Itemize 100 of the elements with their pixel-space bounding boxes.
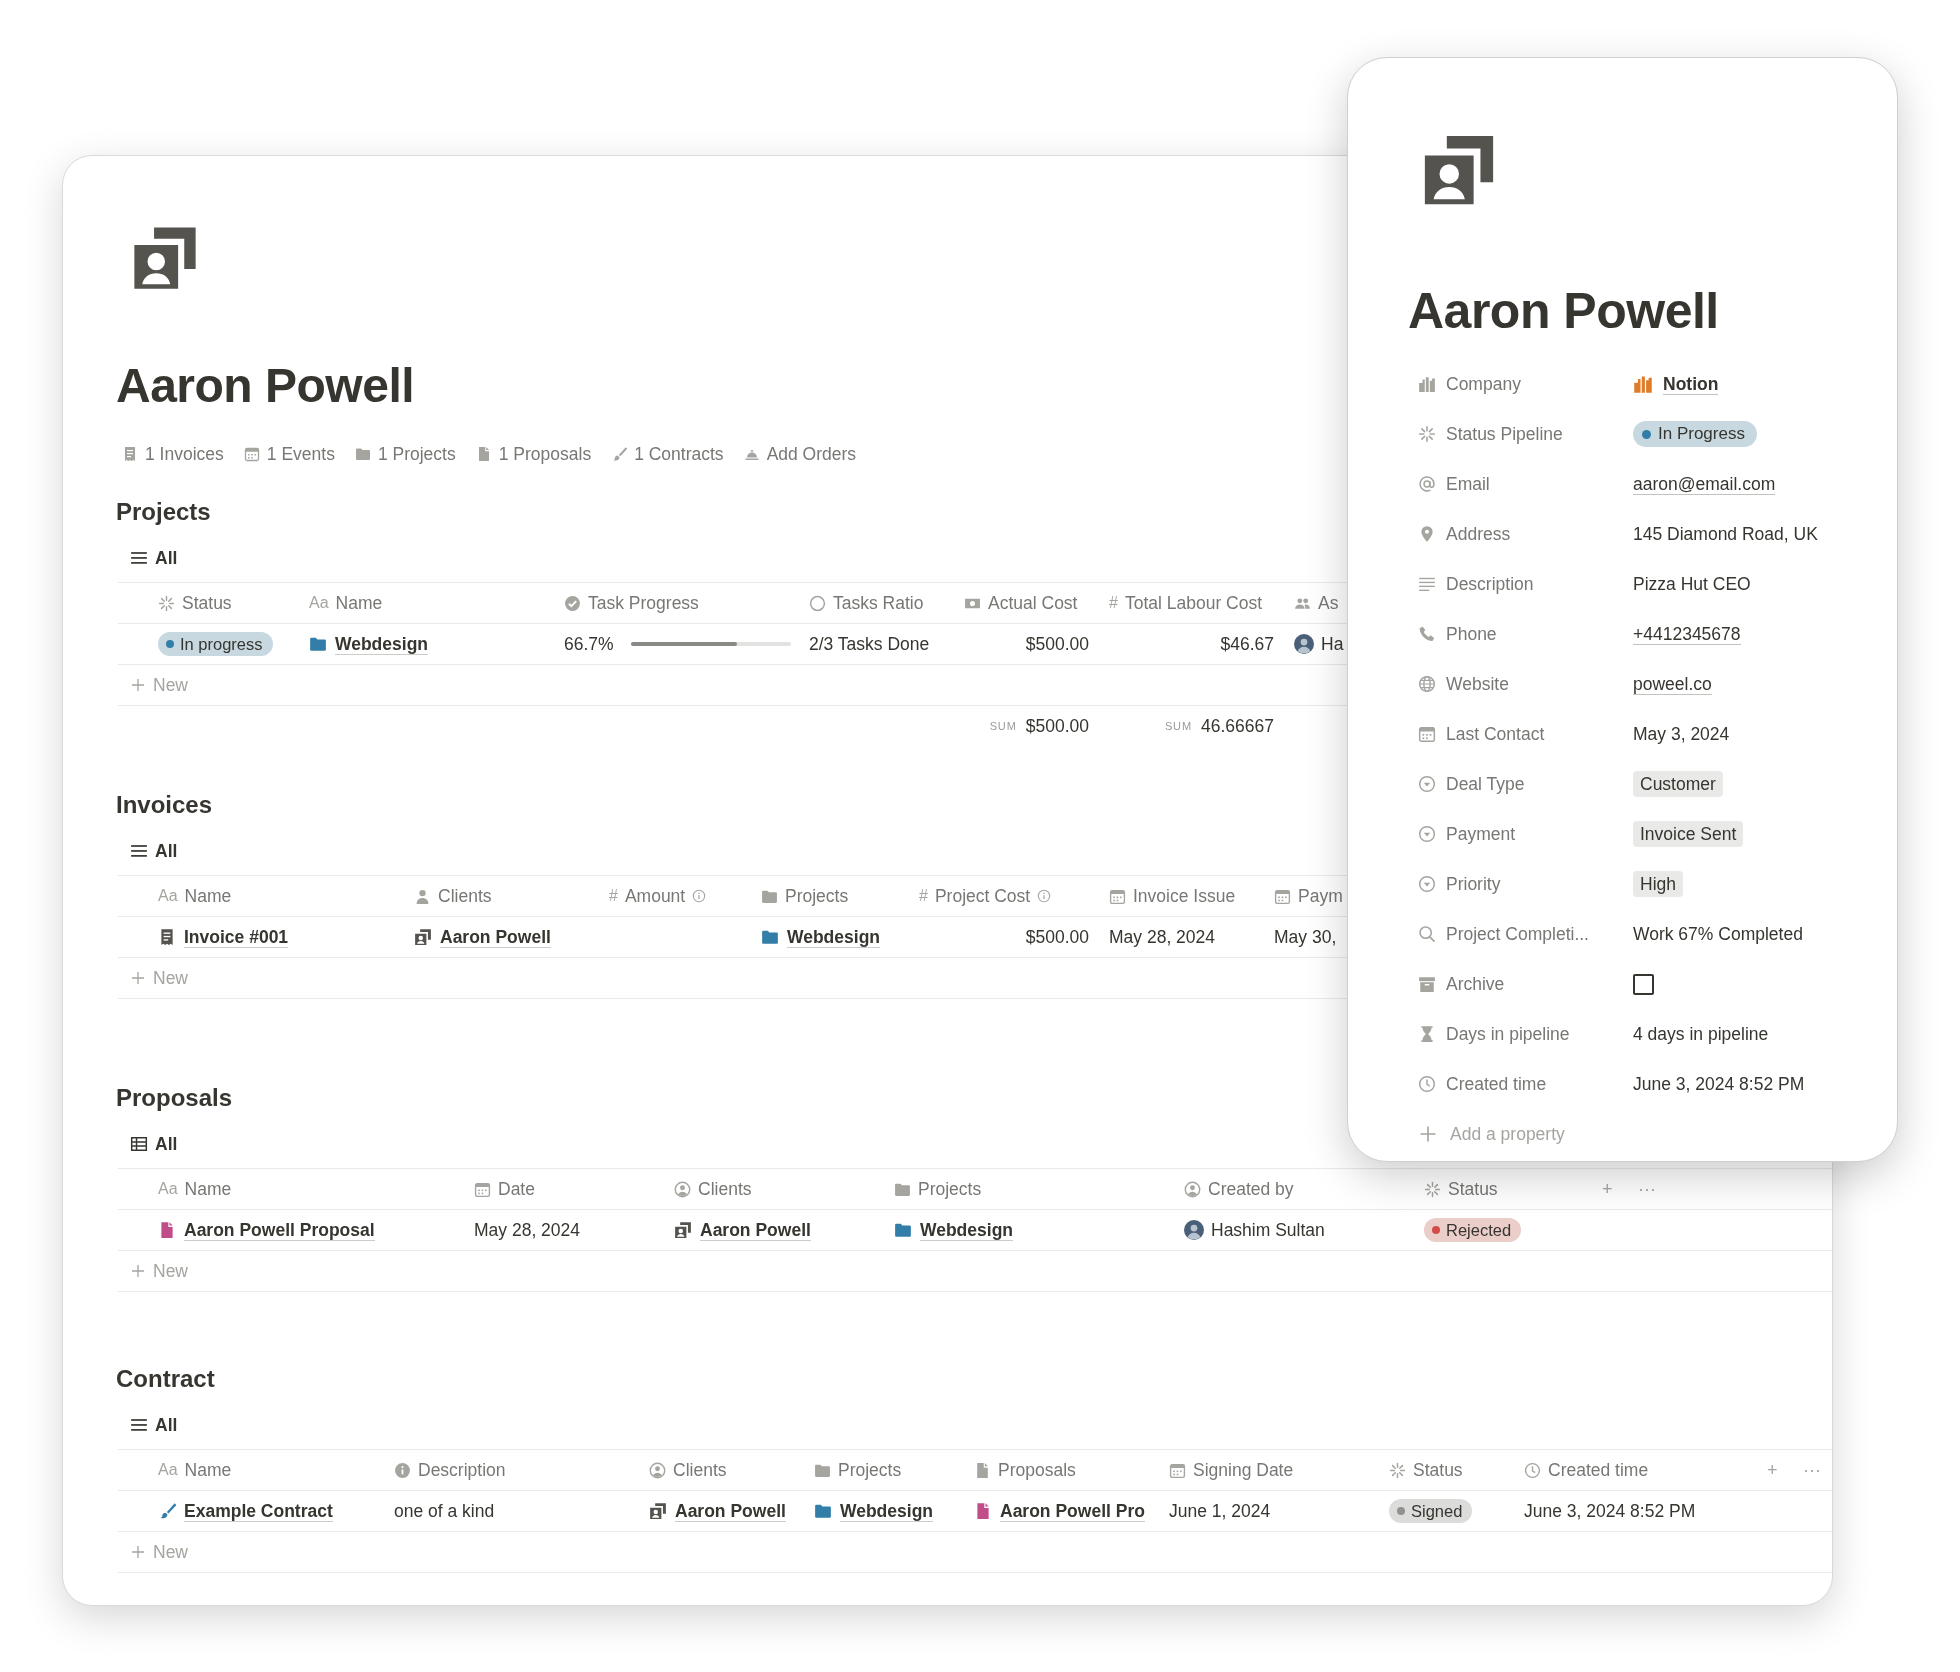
column-header: As [1318,592,1339,614]
relation-link[interactable]: Aaron Powell Proposal [158,1219,375,1241]
person-square-icon [649,1502,667,1520]
select-tag[interactable]: High [1633,871,1683,897]
relation-link[interactable]: 1 Projects [354,442,456,466]
column-header: Invoice Issue [1133,885,1236,907]
relation-link[interactable]: Aaron Powell Pro [974,1500,1145,1522]
section-heading: Projects [116,497,211,527]
relation-link[interactable]: Aaron Powell [414,926,551,948]
section-heading: Contract [116,1364,215,1394]
relation-link[interactable]: Aaron Powell [674,1219,811,1241]
property-value: June 3, 2024 8:52 PM [1633,1073,1805,1095]
checkbox[interactable] [1633,973,1654,995]
property-link[interactable]: aaron@email.com [1633,473,1776,495]
plus-icon [130,1544,146,1560]
document-icon [158,1221,176,1239]
section-heading: Invoices [116,790,213,820]
property-link[interactable]: +4412345678 [1633,623,1741,645]
sum-value: $500.00 [1025,715,1089,737]
column-header: Clients [438,885,492,907]
relation-link[interactable]: 1 Invoices [122,442,224,466]
relation-link[interactable]: Webdesign [309,633,429,655]
column-header: Created by [1208,1178,1294,1200]
column-header: Clients [698,1178,752,1200]
folder-icon [309,635,327,653]
user-circle-icon [674,1180,691,1198]
property-label: Days in pipeline [1446,1023,1570,1045]
property-label: Project Completi... [1446,923,1589,945]
property-label: Email [1446,473,1490,495]
column-header: Name [184,1178,232,1200]
property-label: Deal Type [1446,773,1525,795]
relation-link[interactable]: Notion [1633,373,1719,395]
view-tab[interactable]: All [128,831,180,871]
column-header: Task Progress [588,592,699,614]
status-pill[interactable]: Signed [1389,1499,1473,1523]
relation-link[interactable]: Example Contract [158,1500,333,1522]
relation-link[interactable]: 1 Proposals [475,442,592,466]
spinner-icon [1424,1180,1441,1198]
receipt-icon [158,928,176,946]
property-label: Company [1446,373,1521,395]
property-value: 4 days in pipeline [1633,1023,1769,1045]
column-header: Created time [1548,1459,1649,1481]
relation-link[interactable]: Aaron Powell [649,1500,786,1522]
relation-link[interactable]: 1 Contracts [611,442,724,466]
chevron-circle-icon [1418,875,1436,893]
chevron-circle-icon [1418,775,1436,793]
person-square-icon [674,1221,692,1239]
property-type-glyph: # [919,887,928,905]
column-header: Total Labour Cost [1124,592,1263,614]
brush-icon [611,446,628,462]
check-circle-icon [564,594,581,612]
column-header: Tasks Ratio [833,592,924,614]
property-type-glyph: Aa [158,1180,178,1198]
view-tab[interactable]: All [128,1405,180,1445]
calendar-icon [243,446,260,462]
table-cell: one of a kind [394,1500,495,1522]
select-tag[interactable]: Customer [1633,771,1723,797]
relation-link[interactable]: Add Orders [743,442,857,466]
relation-link[interactable]: Invoice #001 [158,926,289,948]
view-tab[interactable]: All [128,538,180,578]
page-title: Aaron Powell [1408,282,1719,341]
table-cell: 2/3 Tasks Done [809,633,930,655]
property-label: Phone [1446,623,1497,645]
column-header: Date [498,1178,535,1200]
chevron-circle-icon [1418,825,1436,843]
property-value: Work 67% Completed [1633,923,1803,945]
calendar-icon [1418,725,1436,743]
table-cell: $46.67 [1220,633,1274,655]
section-heading: Proposals [116,1083,233,1113]
table-cell: $500.00 [1025,633,1089,655]
select-tag[interactable]: Invoice Sent [1633,821,1744,847]
property-label: Priority [1446,873,1501,895]
relation-link[interactable]: Webdesign [814,1500,934,1522]
property-link[interactable]: poweel.co [1633,673,1712,695]
property-label: Archive [1446,973,1505,995]
table-cell: $500.00 [1025,926,1089,948]
info-icon [394,1461,411,1479]
spinner-icon [1418,425,1436,443]
table-cell: June 1, 2024 [1169,1500,1271,1522]
status-pill[interactable]: In Progress [1633,421,1757,447]
list-icon [130,1416,148,1434]
property-type-glyph: # [1109,594,1118,612]
property-type-glyph: Aa [158,1461,178,1479]
status-pill[interactable]: Rejected [1424,1218,1522,1242]
column-header: Description [418,1459,506,1481]
relation-link[interactable]: 1 Events [243,442,335,466]
view-tab[interactable]: All [128,1124,180,1164]
calendar-icon [1109,887,1126,905]
property-label: Status Pipeline [1446,423,1563,445]
buildings-icon [1418,375,1436,393]
property-type-glyph: Aa [309,594,329,612]
archive-box-icon [1418,975,1436,993]
property-type-glyph: # [609,887,618,905]
relation-link[interactable]: Webdesign [761,926,881,948]
search-icon [1418,925,1436,943]
relation-link[interactable]: Webdesign [894,1219,1014,1241]
sum-label: SUM [989,720,1017,732]
hourglass-icon [1418,1025,1436,1043]
status-pill[interactable]: In progress [158,632,273,656]
page-title: Aaron Powell [116,358,415,414]
